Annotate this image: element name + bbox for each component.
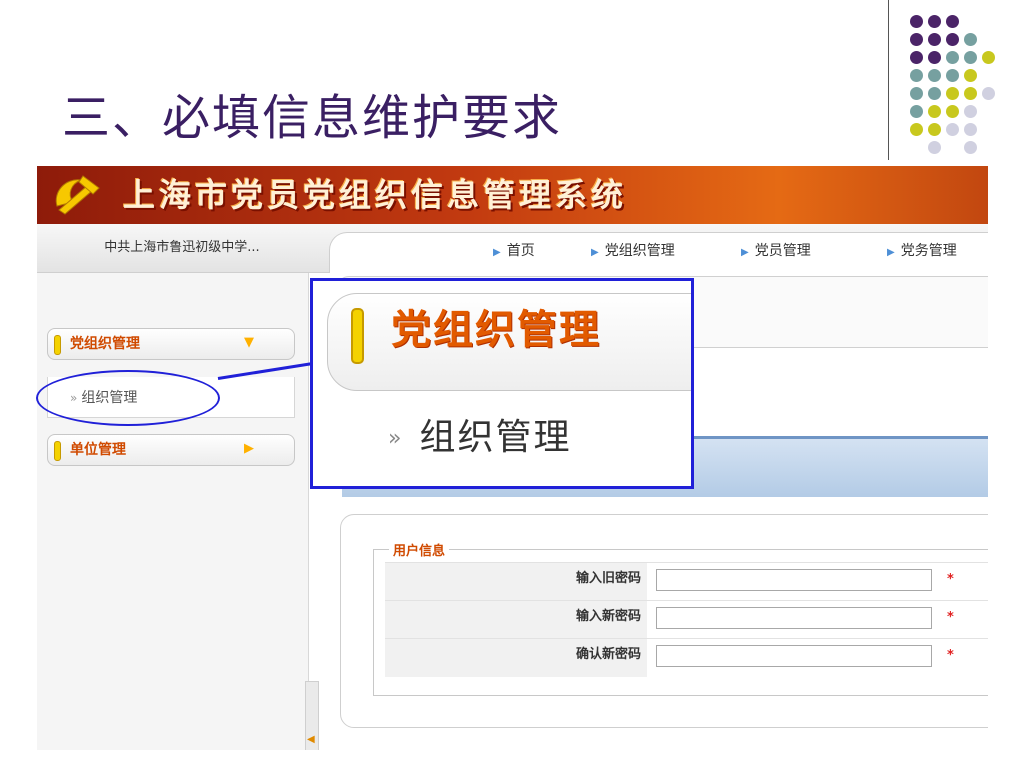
field-label: 确认新密码 — [385, 639, 647, 677]
chevron-down-icon: ▼ — [244, 335, 254, 350]
sidebar-group-label: 单位管理 — [70, 442, 126, 458]
field-label: 输入旧密码 — [385, 563, 647, 601]
form-row-new-password: 输入新密码 * — [385, 600, 988, 639]
nav-home-label: 首页 — [506, 243, 535, 259]
title-divider — [888, 0, 889, 160]
chevron-right-icon: ▶ — [244, 441, 254, 456]
triangle-right-icon: ▶ — [493, 247, 501, 258]
zoom-group-bar — [351, 308, 364, 364]
sidebar-collapse-handle[interactable]: ◀ — [305, 681, 319, 750]
zoom-callout: 党组织管理 » 组织管理 — [310, 278, 694, 489]
app-banner: 上海市党员党组织信息管理系统 — [37, 166, 988, 224]
triangle-right-icon: ▶ — [591, 247, 599, 258]
triangle-right-icon: ▶ — [887, 247, 895, 258]
nav-party-org-label: 党组织管理 — [604, 243, 675, 259]
nav-members-label: 党员管理 — [754, 243, 811, 259]
form-row-confirm-password: 确认新密码 * — [385, 638, 988, 677]
sidebar-group-unit[interactable]: 单位管理 ▶ — [47, 434, 295, 466]
zoom-item: » 组织管理 — [388, 416, 571, 461]
highlight-ellipse — [36, 370, 220, 426]
sidebar-group-label: 党组织管理 — [70, 336, 140, 352]
nav-home[interactable]: ▶ 首页 — [493, 240, 535, 264]
sidebar-group-party-org[interactable]: 党组织管理 ▼ — [47, 328, 295, 360]
required-mark: * — [947, 648, 954, 663]
confirm-password-input[interactable] — [656, 645, 932, 667]
chevron-left-icon: ◀ — [307, 734, 315, 745]
app-title: 上海市党员党组织信息管理系统 — [123, 176, 628, 214]
new-password-input[interactable] — [656, 607, 932, 629]
nav-members[interactable]: ▶ 党员管理 — [741, 240, 811, 264]
old-password-input[interactable] — [656, 569, 932, 591]
fieldset-legend: 用户信息 — [389, 540, 450, 559]
triangle-right-icon: ▶ — [741, 247, 749, 258]
group-bar — [54, 335, 61, 355]
required-mark: * — [947, 610, 954, 625]
double-chevron-icon: » — [388, 426, 404, 451]
nav-affairs[interactable]: ▶ 党务管理 — [887, 240, 957, 264]
nav-party-org[interactable]: ▶ 党组织管理 — [591, 240, 675, 264]
slide-title: 三、必填信息维护要求 — [62, 90, 563, 146]
form-row-old-password: 输入旧密码 * — [385, 562, 988, 601]
group-bar — [54, 441, 61, 461]
required-mark: * — [947, 572, 954, 587]
field-label: 输入新密码 — [385, 601, 647, 639]
nav-affairs-label: 党务管理 — [900, 243, 957, 259]
zoom-group-label: 党组织管理 — [391, 307, 601, 353]
decorative-dots — [910, 15, 1010, 165]
party-emblem-icon — [55, 175, 100, 215]
org-name: 中共上海市鲁迅初级中学... — [104, 240, 260, 255]
zoom-item-label: 组织管理 — [419, 417, 572, 458]
